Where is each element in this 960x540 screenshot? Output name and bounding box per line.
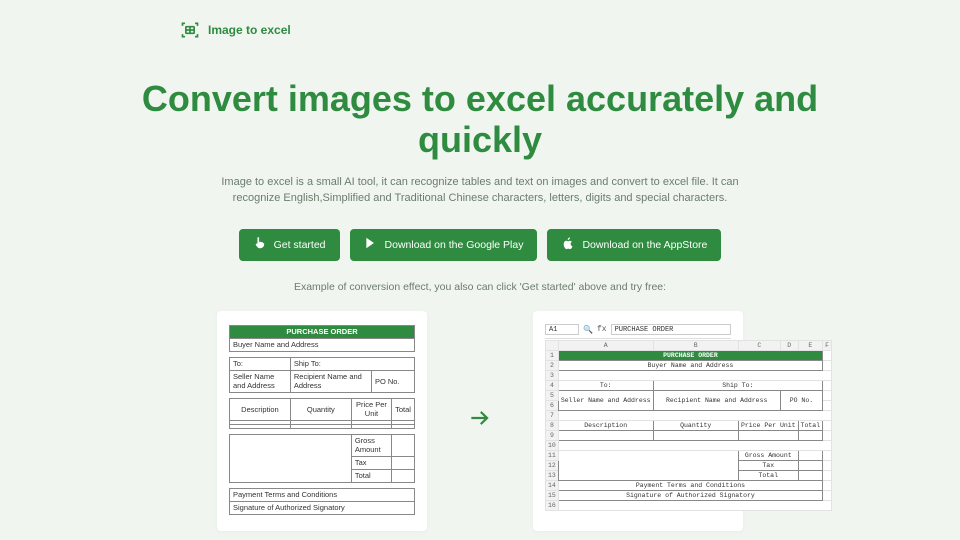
po-buyer: Buyer Name and Address bbox=[230, 338, 415, 351]
comparison-row: PURCHASE ORDER Buyer Name and Address To… bbox=[0, 311, 960, 531]
xl-shipto[interactable]: Ship To: bbox=[653, 380, 823, 390]
po-gross: Gross Amount bbox=[351, 434, 391, 456]
arrow-right-icon bbox=[467, 405, 493, 436]
get-started-label: Get started bbox=[274, 239, 326, 251]
col-qty: Quantity bbox=[290, 398, 351, 420]
xl-ppu[interactable]: Price Per Unit bbox=[738, 420, 798, 430]
brand-name: Image to excel bbox=[208, 23, 291, 37]
scan-table-icon bbox=[180, 20, 200, 40]
xl-desc[interactable]: Description bbox=[558, 420, 653, 430]
pointer-icon bbox=[253, 236, 267, 253]
xl-pono[interactable]: PO No. bbox=[780, 390, 822, 410]
zoom-icon: 🔍 bbox=[583, 325, 593, 335]
col-E[interactable]: E bbox=[798, 340, 823, 350]
col-ppu: Price Per Unit bbox=[351, 398, 391, 420]
xl-po-title[interactable]: PURCHASE ORDER bbox=[558, 350, 822, 360]
col-B[interactable]: B bbox=[653, 340, 738, 350]
cell-reference-box[interactable]: A1 bbox=[545, 324, 579, 335]
xl-total2[interactable]: Total bbox=[738, 470, 798, 480]
po-title: PURCHASE ORDER bbox=[230, 325, 415, 338]
app-store-label: Download on the AppStore bbox=[582, 239, 707, 251]
google-play-icon bbox=[364, 236, 378, 253]
header: Image to excel bbox=[0, 0, 960, 40]
apple-icon bbox=[561, 236, 575, 253]
xl-gross[interactable]: Gross Amount bbox=[738, 450, 798, 460]
col-A[interactable]: A bbox=[558, 340, 653, 350]
source-image-panel: PURCHASE ORDER Buyer Name and Address To… bbox=[217, 311, 427, 531]
xl-total[interactable]: Total bbox=[798, 420, 823, 430]
po-tax: Tax bbox=[351, 456, 391, 469]
source-table: PURCHASE ORDER Buyer Name and Address To… bbox=[229, 325, 415, 515]
po-total: Total bbox=[351, 469, 391, 482]
po-sig: Signature of Authorized Signatory bbox=[230, 501, 415, 514]
formula-bar[interactable]: PURCHASE ORDER bbox=[611, 324, 731, 335]
col-F[interactable]: F bbox=[823, 340, 832, 350]
excel-result-panel: A1 🔍 fx PURCHASE ORDER A B C D E F bbox=[533, 311, 743, 531]
get-started-button[interactable]: Get started bbox=[239, 229, 340, 261]
xl-seller[interactable]: Seller Name and Address bbox=[558, 390, 653, 410]
excel-toolbar: A1 🔍 fx PURCHASE ORDER bbox=[545, 325, 731, 339]
hero: Convert images to excel accurately and q… bbox=[0, 40, 960, 531]
po-recipient: Recipient Name and Address bbox=[290, 370, 371, 392]
xl-to[interactable]: To: bbox=[558, 380, 653, 390]
google-play-label: Download on the Google Play bbox=[385, 239, 524, 251]
hero-subtitle: Image to excel is a small AI tool, it ca… bbox=[210, 175, 750, 207]
xl-recipient[interactable]: Recipient Name and Address bbox=[653, 390, 780, 410]
po-to: To: bbox=[230, 357, 291, 370]
po-no: PO No. bbox=[371, 370, 414, 392]
excel-grid: A B C D E F 1PURCHASE ORDER 2Buyer Name … bbox=[545, 340, 832, 511]
col-C[interactable]: C bbox=[738, 340, 780, 350]
col-total: Total bbox=[392, 398, 415, 420]
po-terms: Payment Terms and Conditions bbox=[230, 488, 415, 501]
xl-qty[interactable]: Quantity bbox=[653, 420, 738, 430]
google-play-button[interactable]: Download on the Google Play bbox=[350, 229, 538, 261]
col-desc: Description bbox=[230, 398, 291, 420]
cta-row: Get started Download on the Google Play … bbox=[0, 229, 960, 261]
col-D[interactable]: D bbox=[780, 340, 798, 350]
po-seller: Seller Name and Address bbox=[230, 370, 291, 392]
xl-terms[interactable]: Payment Terms and Conditions bbox=[558, 480, 822, 490]
xl-buyer[interactable]: Buyer Name and Address bbox=[558, 360, 822, 370]
hero-title: Convert images to excel accurately and q… bbox=[120, 78, 840, 161]
xl-tax[interactable]: Tax bbox=[738, 460, 798, 470]
po-ship-to: Ship To: bbox=[290, 357, 414, 370]
xl-sig[interactable]: Signature of Authorized Signatory bbox=[558, 490, 822, 500]
example-caption: Example of conversion effect, you also c… bbox=[0, 281, 960, 293]
app-store-button[interactable]: Download on the AppStore bbox=[547, 229, 721, 261]
fx-icon: fx bbox=[597, 325, 607, 334]
